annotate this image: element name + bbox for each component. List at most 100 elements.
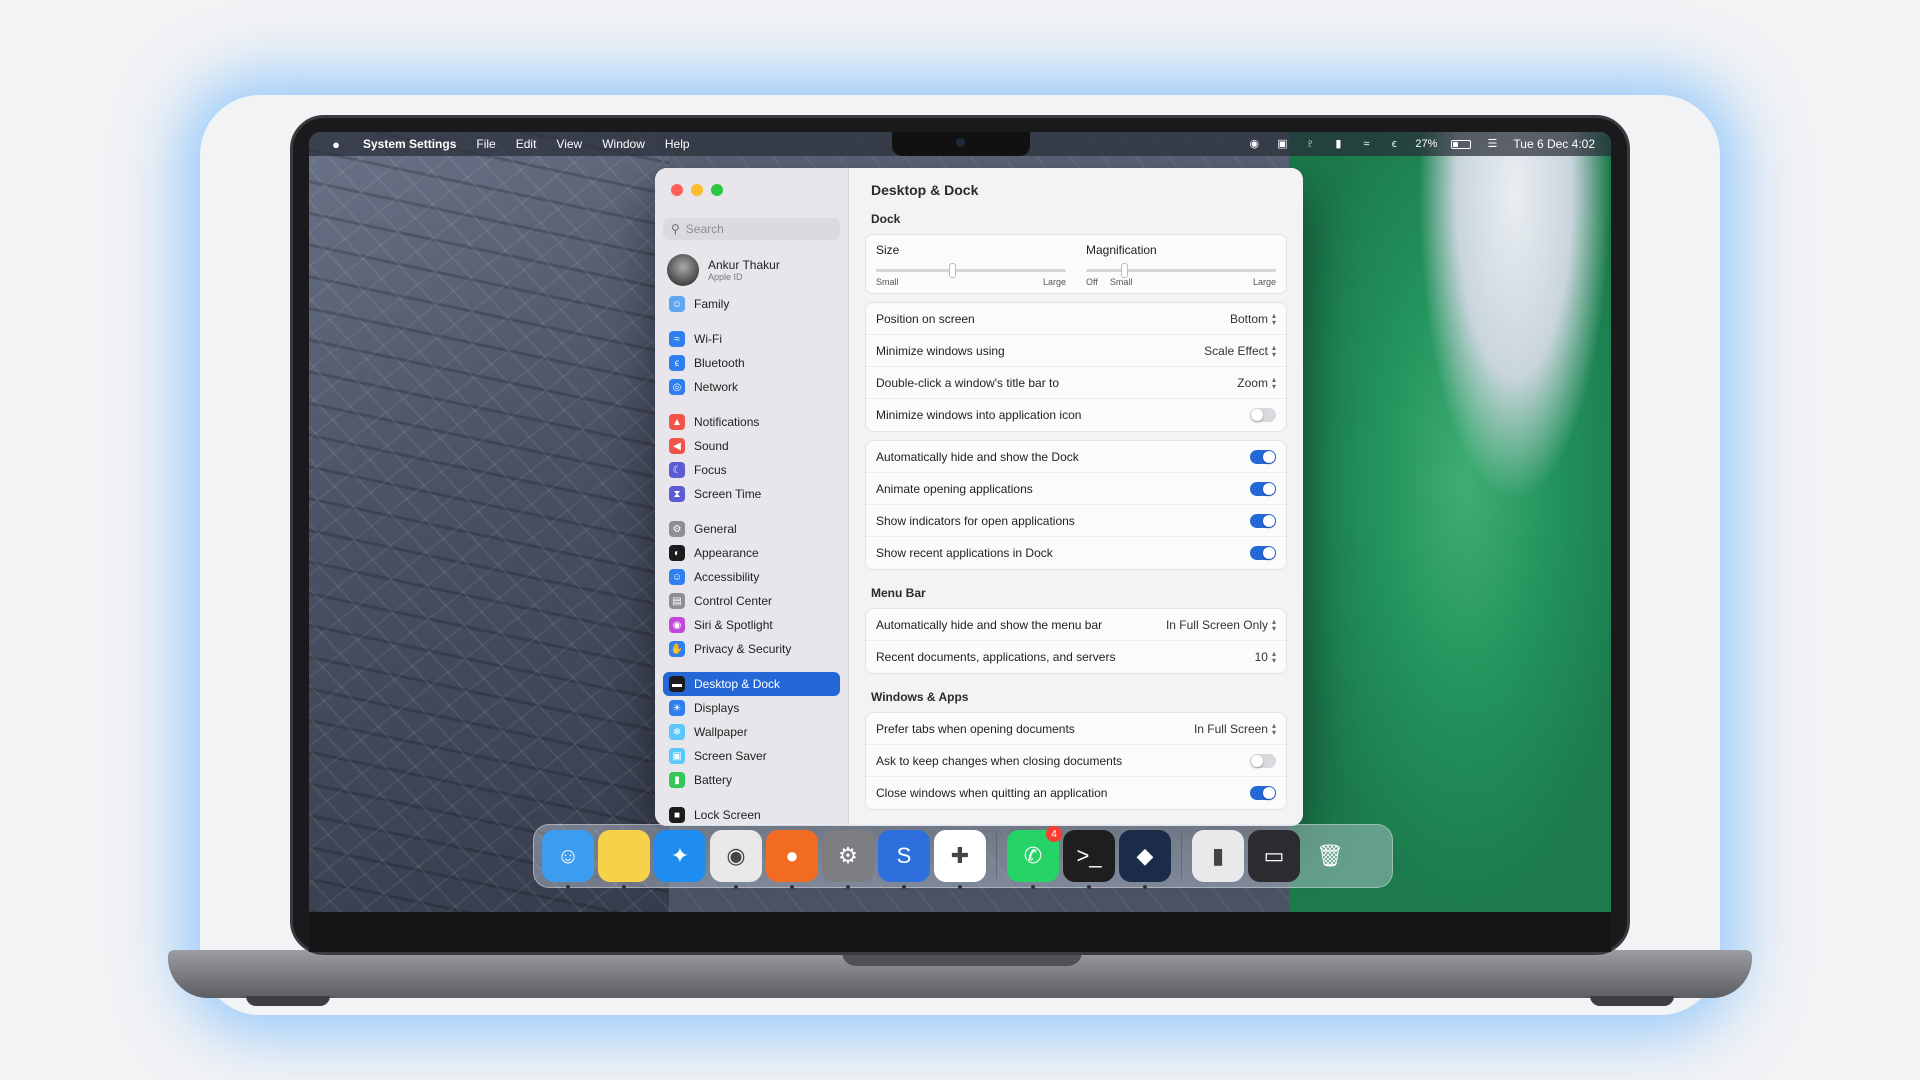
bell-icon: ▲ (669, 414, 685, 430)
sidebar-item-family[interactable]: ☺ Family (663, 292, 840, 316)
minimize-windows-into-application-icon-toggle[interactable] (1250, 408, 1276, 422)
notes-icon[interactable] (598, 830, 650, 889)
sidebar-item-accessibility[interactable]: ☺ Accessibility (663, 565, 840, 589)
battery-level (1453, 141, 1458, 147)
sidebar-item-desktop-dock[interactable]: ▬ Desktop & Dock (663, 672, 840, 696)
microphone-icon[interactable]: ▮ (1331, 138, 1345, 150)
row-label: Prefer tabs when opening documents (876, 721, 1075, 736)
magnification-slider-thumb[interactable] (1121, 263, 1128, 278)
record-icon[interactable]: ◉ (1247, 138, 1261, 150)
sidebar-item-control-center[interactable]: ▤ Control Center (663, 589, 840, 613)
magnification-off-label: Off (1086, 277, 1098, 287)
minimize-windows-using-popup-button[interactable]: Scale Effect ▴ ▾ (1204, 343, 1276, 358)
sidebar-item-lock-screen[interactable]: ■ Lock Screen (663, 803, 840, 826)
zip-file-icon[interactable]: ▮ (1192, 830, 1244, 882)
whatsapp-icon[interactable]: ✆ 4 (1007, 826, 1062, 889)
running-indicator (1143, 885, 1147, 889)
chrome-icon[interactable]: ◉ (710, 830, 762, 889)
sidebar-item-general[interactable]: ⚙ General (663, 517, 840, 541)
row-position-on-screen: Position on screen Bottom ▴ ▾ (866, 303, 1286, 335)
sidebar-item-displays[interactable]: ☀ Displays (663, 696, 840, 720)
running-indicator (1031, 885, 1035, 889)
row-show-indicators-for-open-applications: Show indicators for open applications (866, 505, 1286, 537)
magnification-slider[interactable] (1086, 263, 1276, 278)
sidebar-item-label: Battery (694, 773, 733, 787)
sidebar-item-label: Privacy & Security (694, 642, 792, 656)
system-settings-icon[interactable]: ⚙ (822, 830, 874, 889)
sidebar-item-sound[interactable]: ◀ Sound (663, 434, 840, 458)
apple-id-profile[interactable]: Ankur Thakur Apple ID (655, 248, 848, 292)
sidebar-item-siri-spotlight[interactable]: ◉ Siri & Spotlight (663, 613, 840, 637)
close-button[interactable] (671, 184, 683, 196)
popup-value: In Full Screen (1193, 721, 1268, 736)
fork-icon[interactable]: ♇ (1303, 138, 1317, 150)
size-slider[interactable] (876, 263, 1066, 278)
battery-percent[interactable]: 27% (1415, 138, 1437, 150)
camera-icon (956, 138, 965, 147)
sidebar-item-label: Bluetooth (694, 356, 745, 370)
animate-opening-applications-toggle[interactable] (1250, 481, 1276, 496)
teamviewer-icon[interactable]: ◆ (1119, 830, 1171, 889)
sidebar-item-label: Screen Saver (694, 749, 767, 763)
screen-mirroring-icon[interactable]: ▣ (1275, 138, 1289, 150)
trash-icon[interactable]: 🗑 (1304, 830, 1356, 882)
menu-window[interactable]: Window (602, 137, 645, 151)
sidebar-item-screen-time[interactable]: ⧗ Screen Time (663, 482, 840, 506)
sidebar-item-privacy-security[interactable]: ✋ Privacy & Security (663, 637, 840, 661)
show-indicators-for-open-applications-toggle[interactable] (1250, 513, 1276, 528)
search-field[interactable]: ⚲ Search (663, 218, 840, 240)
menu-edit[interactable]: Edit (516, 137, 537, 151)
firefox-icon[interactable]: ● (766, 830, 818, 889)
row-automatically-hide-and-show-the-menu-bar: Automatically hide and show the menu bar… (866, 609, 1286, 641)
sidebar-item-wi-fi[interactable]: ≈ Wi-Fi (663, 327, 840, 351)
automatically-hide-and-show-the-menu-bar-popup-button[interactable]: In Full Screen Only ▴ ▾ (1166, 617, 1276, 632)
control-center-status-icon[interactable]: ☰ (1485, 138, 1499, 150)
row-close-windows-when-quitting-an-application: Close windows when quitting an applicati… (866, 777, 1286, 809)
simplenote-icon[interactable]: S (878, 830, 930, 889)
prefer-tabs-when-opening-documents-popup-button[interactable]: In Full Screen ▴ ▾ (1193, 721, 1276, 736)
running-indicator (622, 885, 626, 889)
slack-icon[interactable]: ✚ (934, 830, 986, 889)
toggle-knob (1263, 450, 1275, 463)
clock[interactable]: Tue 6 Dec 4:02 (1513, 137, 1595, 151)
close-windows-when-quitting-an-application-toggle[interactable] (1250, 786, 1276, 800)
sidebar-item-bluetooth[interactable]: ϵ Bluetooth (663, 351, 840, 375)
recent-documents-applications-and-servers-popup-button[interactable]: 10 ▴ ▾ (1255, 650, 1276, 665)
double-click-a-window-s-title-bar-to-popup-button[interactable]: Zoom ▴ ▾ (1237, 375, 1276, 390)
menu-file[interactable]: File (476, 137, 495, 151)
sidebar-item-notifications[interactable]: ▲ Notifications (663, 410, 840, 434)
battery-status-icon[interactable] (1451, 139, 1472, 149)
screenshot-stack-icon[interactable]: ▭ (1248, 830, 1300, 882)
sidebar-item-network[interactable]: ◎ Network (663, 375, 840, 399)
menu-app-name[interactable]: System Settings (363, 137, 456, 151)
sidebar-item-appearance[interactable]: ◐ Appearance (663, 541, 840, 565)
position-on-screen-popup-button[interactable]: Bottom ▴ ▾ (1229, 311, 1276, 326)
sidebar-item-battery[interactable]: ▮ Battery (663, 768, 840, 792)
sidebar-item-label: Network (694, 380, 739, 394)
zoom-button[interactable] (711, 184, 723, 196)
sidebar-item-focus[interactable]: ☾ Focus (663, 458, 840, 482)
menubar-group: Automatically hide and show the menu bar… (865, 608, 1287, 674)
sidebar-item-screen-saver[interactable]: ▣ Screen Saver (663, 744, 840, 768)
popup-value: Bottom (1229, 311, 1268, 326)
wifi-status-icon[interactable]: ≈ (1359, 138, 1373, 150)
terminal-icon[interactable]: >_ (1063, 830, 1115, 889)
minimize-button[interactable] (691, 184, 703, 196)
ask-to-keep-changes-when-closing-documents-toggle[interactable] (1250, 753, 1276, 768)
safari-icon[interactable]: ✦ (654, 830, 706, 882)
sidebar-item-wallpaper[interactable]: ❄ Wallpaper (663, 720, 840, 744)
running-indicator (1087, 885, 1091, 889)
finder-icon[interactable]: ☺ (542, 830, 594, 889)
menu-view[interactable]: View (556, 137, 582, 151)
menu-help[interactable]: Help (665, 137, 690, 151)
automatically-hide-and-show-the-dock-toggle[interactable] (1250, 449, 1276, 464)
magnification-slider-box: Magnification Off Small Large (1076, 235, 1286, 293)
show-recent-applications-in-dock-toggle[interactable] (1250, 546, 1276, 560)
apple-menu-icon[interactable]: ● (321, 137, 351, 152)
row-label: Close windows when quitting an applicati… (876, 786, 1108, 800)
bluetooth-status-icon[interactable]: ϵ (1387, 138, 1401, 150)
sidebar-item-label: Sound (694, 439, 729, 453)
size-slider-thumb[interactable] (949, 263, 956, 278)
